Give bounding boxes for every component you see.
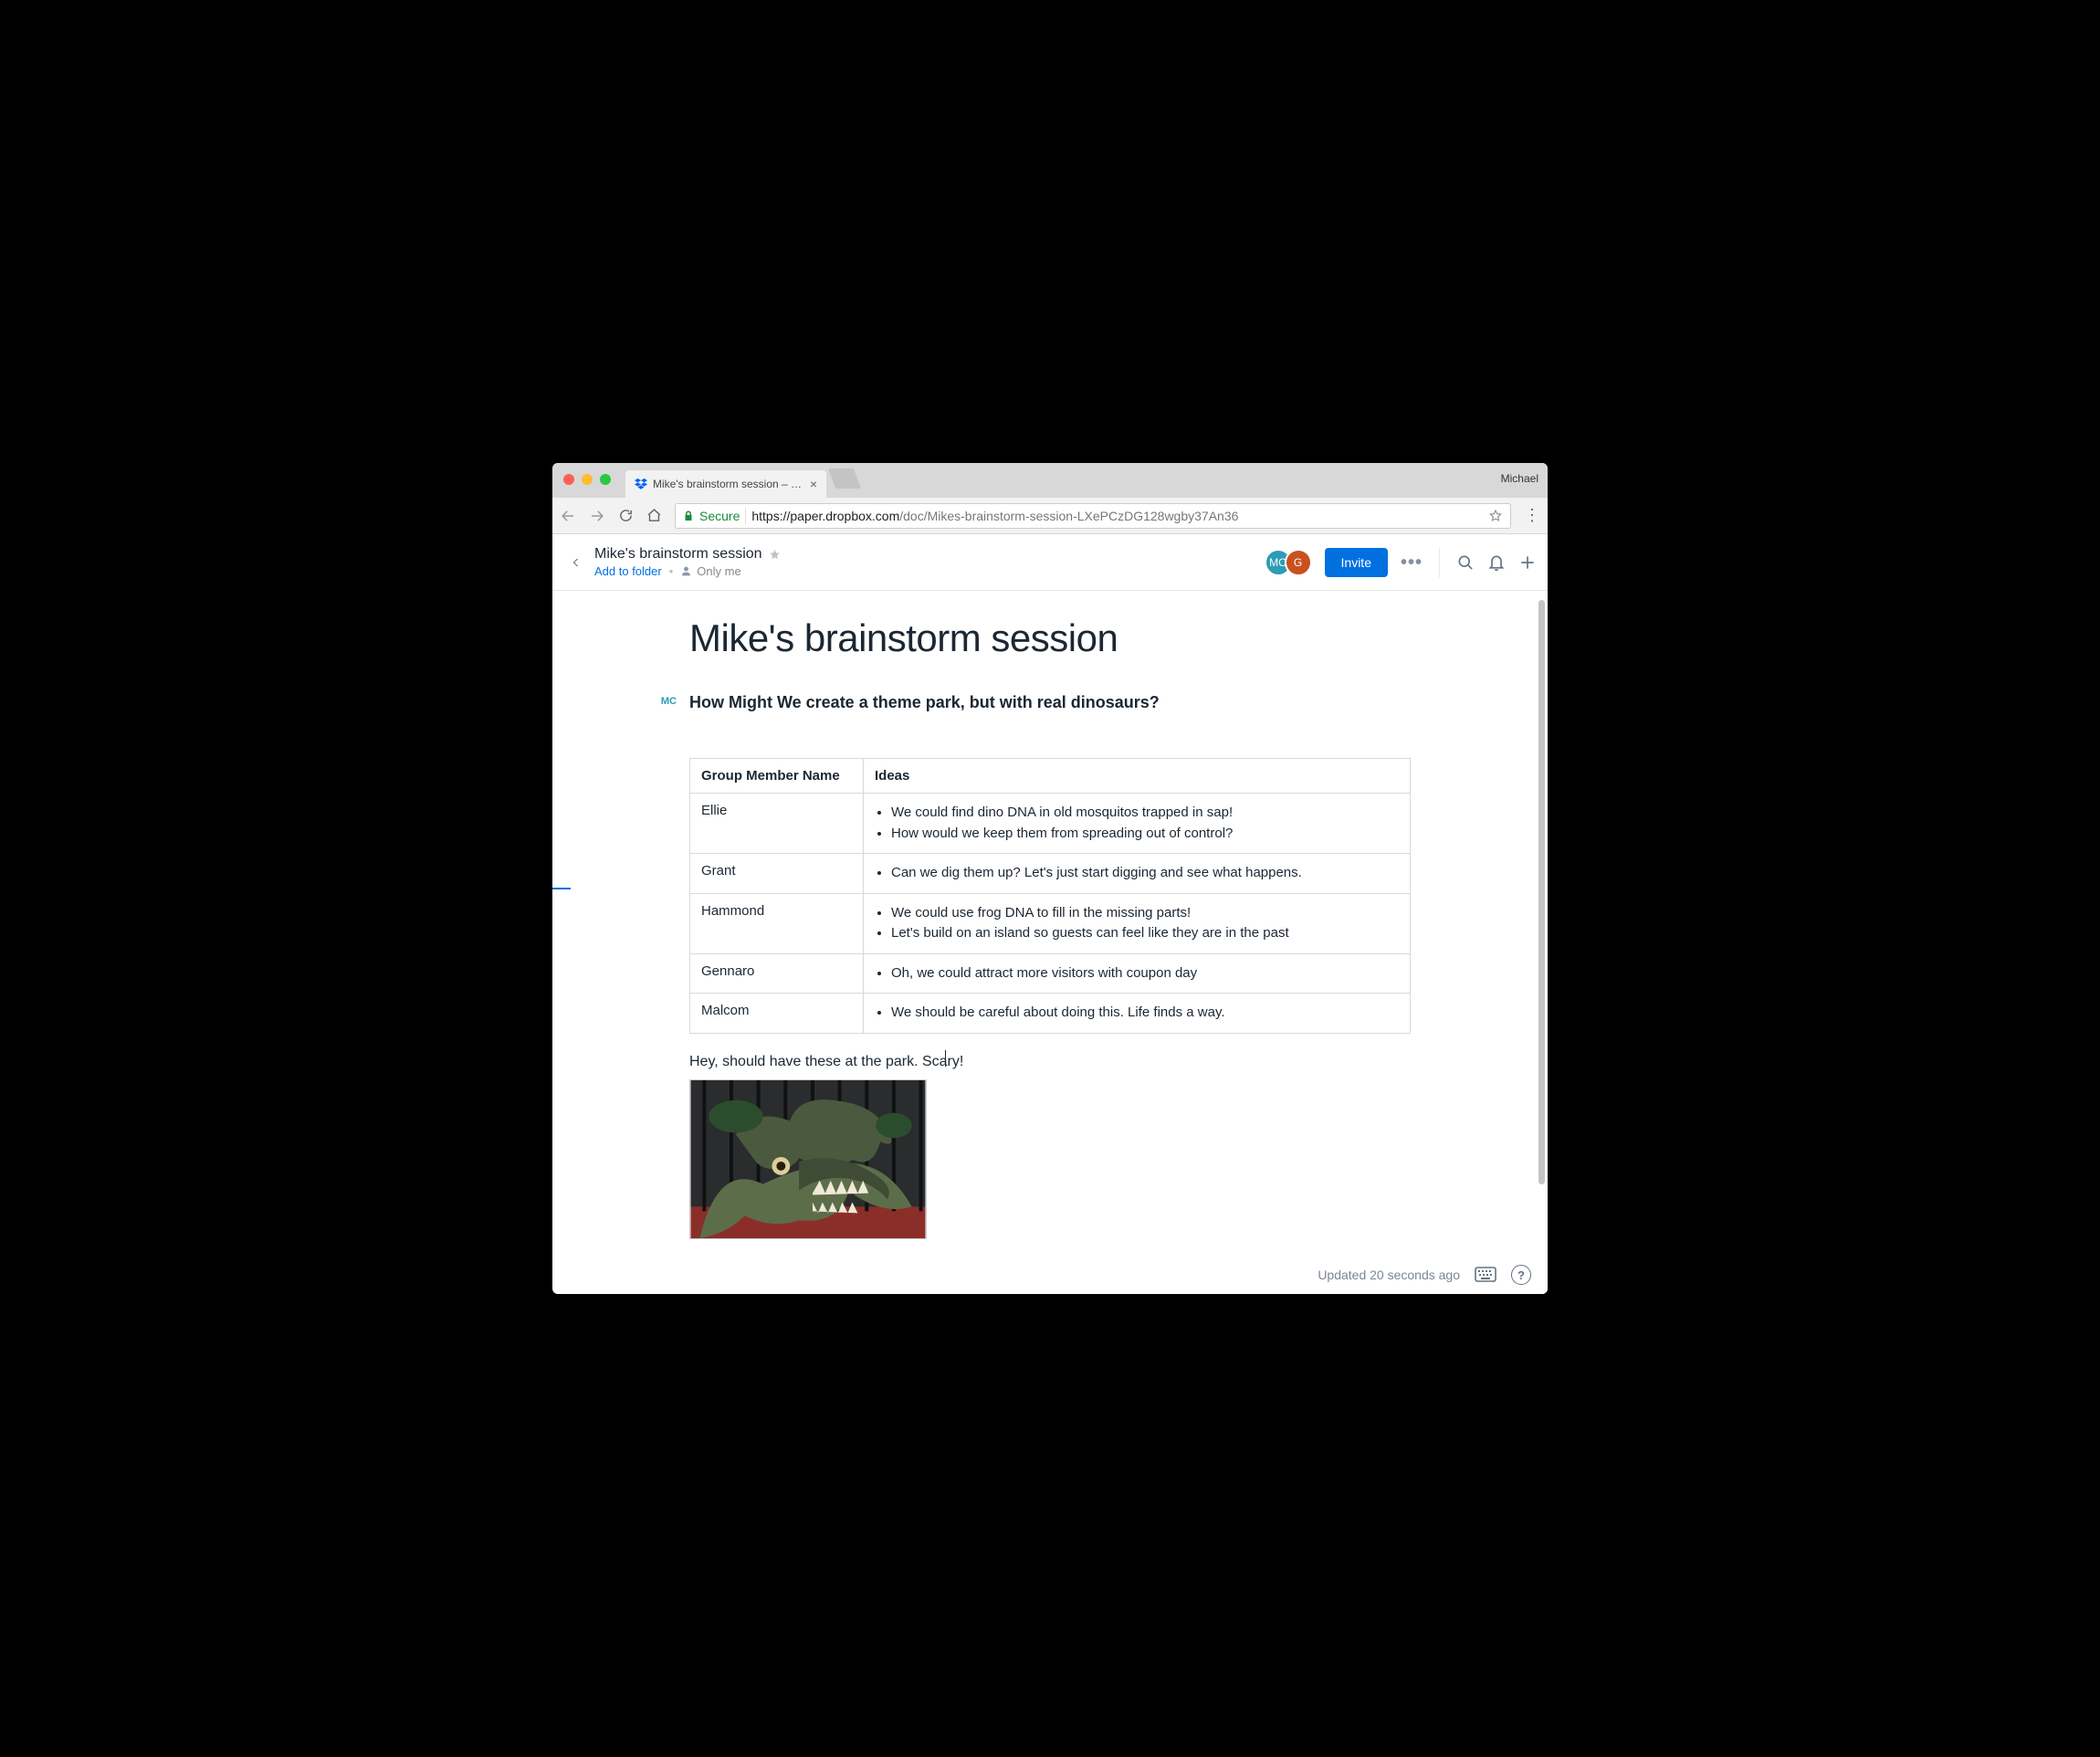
idea-item[interactable]: We should be careful about doing this. L…	[891, 1003, 1399, 1024]
doc-back-button[interactable]	[563, 549, 589, 576]
doc-meta: Mike's brainstorm session Add to folder …	[594, 546, 782, 578]
updated-label: Updated 20 seconds ago	[1318, 1268, 1460, 1282]
ideas-cell[interactable]: Can we dig them up? Let's just start dig…	[864, 854, 1411, 894]
idea-item[interactable]: We could find dino DNA in old mosquitos …	[891, 803, 1399, 824]
doc-scroll[interactable]: Mike's brainstorm session MC How Might W…	[552, 591, 1548, 1294]
separator-dot: •	[669, 564, 674, 578]
home-button[interactable]	[646, 508, 662, 523]
presence-avatars[interactable]: MC G	[1265, 549, 1312, 576]
ideas-cell[interactable]: We should be careful about doing this. L…	[864, 994, 1411, 1034]
doc-title[interactable]: Mike's brainstorm session	[594, 546, 762, 563]
idea-item[interactable]: Can we dig them up? Let's just start dig…	[891, 863, 1399, 884]
omnibox-divider	[745, 508, 746, 524]
member-name-cell[interactable]: Malcom	[690, 994, 864, 1034]
question-text[interactable]: How Might We create a theme park, but wi…	[689, 693, 1160, 712]
tab-close-icon[interactable]: ×	[810, 477, 817, 491]
ideas-cell[interactable]: We could use frog DNA to fill in the mis…	[864, 893, 1411, 953]
window-minimize-button[interactable]	[582, 474, 593, 485]
permission-indicator[interactable]: Only me	[680, 564, 740, 578]
table-row[interactable]: Gennaro Oh, we could attract more visitor…	[690, 953, 1411, 994]
idea-item[interactable]: We could use frog DNA to fill in the mis…	[891, 903, 1399, 924]
permission-label: Only me	[697, 564, 740, 578]
paper-header: Mike's brainstorm session Add to folder …	[552, 534, 1548, 591]
bookmark-star-icon[interactable]	[1488, 509, 1503, 523]
member-name-cell[interactable]: Ellie	[690, 794, 864, 854]
search-icon[interactable]	[1456, 553, 1475, 572]
ideas-table[interactable]: Group Member Name Ideas Ellie We could fi…	[689, 758, 1411, 1034]
table-row[interactable]: Grant Can we dig them up? Let's just star…	[690, 854, 1411, 894]
tab-title: Mike's brainstorm session – Dr…	[653, 478, 804, 490]
comment-thread-marker[interactable]	[552, 888, 571, 889]
table-header-row: Group Member Name Ideas	[690, 759, 1411, 794]
url-host: https://paper.dropbox.com	[751, 509, 899, 523]
ideas-cell[interactable]: Oh, we could attract more visitors with …	[864, 953, 1411, 994]
doc-content[interactable]: Mike's brainstorm session MC How Might W…	[689, 616, 1411, 1239]
window-maximize-button[interactable]	[600, 474, 611, 485]
doc-star-icon[interactable]	[768, 548, 782, 562]
browser-tab[interactable]: Mike's brainstorm session – Dr… ×	[625, 470, 826, 498]
chrome-toolbar: Secure https://paper.dropbox.com/doc/Mik…	[552, 498, 1548, 534]
footer-bar: Updated 20 seconds ago ?	[1301, 1256, 1548, 1294]
browser-window: Mike's brainstorm session – Dr… × Michae…	[552, 463, 1548, 1294]
create-new-icon[interactable]	[1518, 553, 1537, 572]
table-row[interactable]: Malcom We should be careful about doing t…	[690, 994, 1411, 1034]
divider	[1439, 548, 1440, 577]
avatar[interactable]: G	[1285, 549, 1312, 576]
chrome-titlebar: Mike's brainstorm session – Dr… × Michae…	[552, 463, 1548, 498]
secure-label: Secure	[699, 509, 740, 523]
member-name-cell[interactable]: Hammond	[690, 893, 864, 953]
omnibox[interactable]: Secure https://paper.dropbox.com/doc/Mik…	[675, 503, 1511, 529]
url-path: /doc/Mikes-brainstorm-session-LXePCzDG12…	[899, 509, 1238, 523]
lock-icon	[683, 510, 694, 522]
dropbox-icon	[635, 478, 647, 490]
member-name-cell[interactable]: Gennaro	[690, 953, 864, 994]
document-heading[interactable]: Mike's brainstorm session	[689, 616, 1411, 660]
url: https://paper.dropbox.com/doc/Mikes-brai…	[751, 509, 1238, 523]
member-name-cell[interactable]: Grant	[690, 854, 864, 894]
new-tab-button[interactable]	[828, 468, 861, 489]
invite-button[interactable]: Invite	[1325, 548, 1388, 577]
question-row: MC How Might We create a theme park, but…	[655, 693, 1411, 712]
keyboard-shortcuts-icon[interactable]	[1475, 1267, 1496, 1283]
tabs-row: Mike's brainstorm session – Dr… ×	[625, 463, 857, 498]
window-close-button[interactable]	[563, 474, 574, 485]
reload-button[interactable]	[618, 508, 634, 523]
idea-item[interactable]: Oh, we could attract more visitors with …	[891, 963, 1399, 984]
add-to-folder-link[interactable]: Add to folder	[594, 564, 662, 578]
idea-item[interactable]: How would we keep them from spreading ou…	[891, 824, 1399, 845]
ideas-cell[interactable]: We could find dino DNA in old mosquitos …	[864, 794, 1411, 854]
forward-button[interactable]	[589, 508, 605, 524]
table-row[interactable]: Ellie We could find dino DNA in old mosqu…	[690, 794, 1411, 854]
idea-item[interactable]: Let's build on an island so guests can f…	[891, 923, 1399, 944]
author-initials-badge[interactable]: MC	[655, 696, 677, 707]
table-row[interactable]: Hammond We could use frog DNA to fill in …	[690, 893, 1411, 953]
notifications-icon[interactable]	[1487, 553, 1506, 572]
table-header-cell: Group Member Name	[690, 759, 864, 794]
person-icon	[680, 565, 692, 577]
text-cursor	[945, 1050, 1411, 1068]
help-icon[interactable]: ?	[1511, 1265, 1531, 1285]
document-canvas: Mike's brainstorm session MC How Might W…	[552, 591, 1548, 1294]
back-button[interactable]	[560, 508, 576, 524]
scroll-thumb[interactable]	[1538, 600, 1545, 1184]
profile-name[interactable]: Michael	[1501, 472, 1538, 485]
dinosaur-image	[690, 1080, 926, 1238]
header-right: MC G Invite •••	[1265, 548, 1537, 577]
browser-menu-button[interactable]: ⋮	[1524, 506, 1540, 525]
more-options-button[interactable]: •••	[1401, 557, 1423, 568]
table-header-cell: Ideas	[864, 759, 1411, 794]
traffic-lights	[563, 474, 611, 485]
image-block[interactable]	[689, 1079, 927, 1239]
scrollbar[interactable]	[1538, 594, 1545, 1290]
